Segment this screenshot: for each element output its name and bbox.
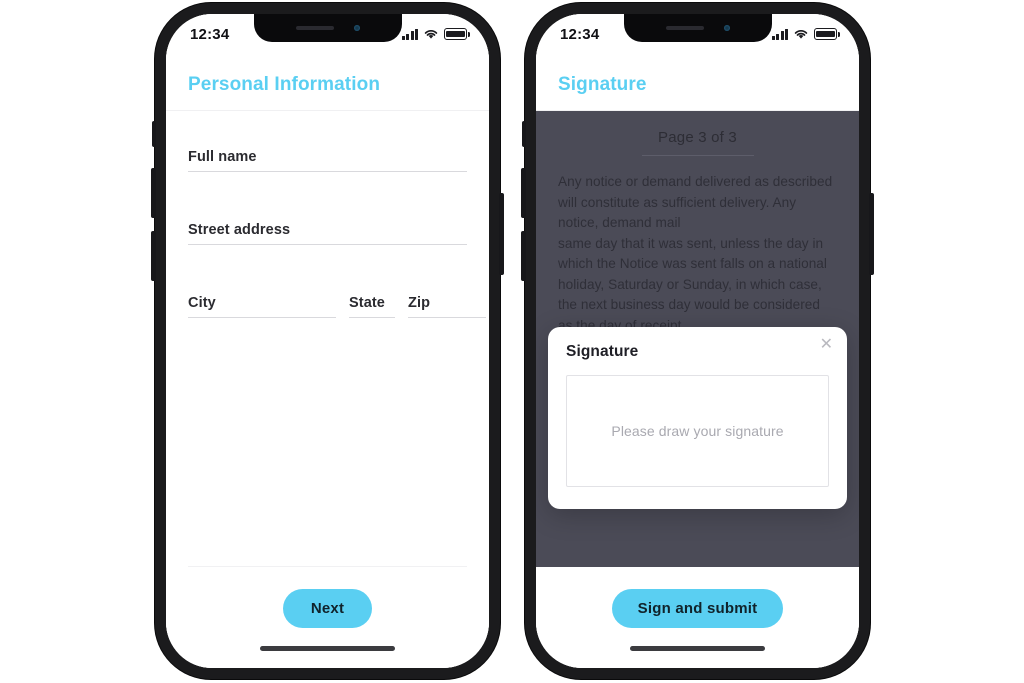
- home-indicator-area-two: [536, 628, 859, 668]
- page-title: Personal Information: [188, 74, 381, 95]
- full-name-underline: [188, 171, 467, 172]
- status-time: 12:34: [560, 25, 600, 43]
- volume-down-button[interactable]: [521, 231, 526, 281]
- street-address-underline: [188, 244, 467, 245]
- wifi-icon: [794, 29, 808, 39]
- page-title: Signature: [558, 74, 647, 95]
- cellular-signal-icon: [771, 28, 788, 40]
- phone-mockup-personal-information: 12:34 Personal Information Full name Str…: [151, 3, 504, 679]
- notch: [253, 14, 402, 42]
- zip-label: Zip: [408, 295, 431, 311]
- form-spacer: [188, 368, 467, 566]
- state-underline: [349, 317, 395, 318]
- close-icon[interactable]: ✕: [816, 333, 837, 357]
- city-state-zip-row: City State Zip: [188, 295, 486, 318]
- volume-up-button[interactable]: [151, 168, 156, 218]
- phone-screen-two: 12:34 Signature Page 3 of 3 Any notice o…: [536, 14, 859, 668]
- sign-and-submit-button[interactable]: Sign and submit: [611, 589, 784, 628]
- front-camera-icon: [353, 25, 360, 31]
- app-screen-personal-information: 12:34 Personal Information Full name Str…: [166, 14, 489, 668]
- phone-mockup-signature: 12:34 Signature Page 3 of 3 Any notice o…: [521, 3, 874, 679]
- footer-one: Next: [166, 567, 489, 628]
- zip-field[interactable]: Zip: [408, 295, 486, 318]
- full-name-field[interactable]: Full name: [188, 149, 467, 172]
- document-viewer[interactable]: Page 3 of 3 Any notice or demand deliver…: [536, 111, 859, 567]
- document-text: Any notice or demand delivered as descri…: [558, 172, 837, 336]
- battery-icon: [814, 28, 840, 40]
- document-paragraph-bottom: same day that it was sent, unless the da…: [558, 235, 827, 333]
- personal-information-form: Full name Street address City State Zip: [166, 111, 489, 567]
- earpiece-speaker-icon: [665, 26, 704, 30]
- status-time: 12:34: [190, 25, 230, 43]
- front-camera-icon: [723, 25, 730, 31]
- document-paragraph-top: Any notice or demand delivered as descri…: [558, 174, 833, 230]
- full-name-label: Full name: [188, 149, 257, 165]
- signature-modal: ✕ Signature Please draw your signature: [548, 327, 847, 509]
- volume-down-button[interactable]: [151, 231, 156, 281]
- power-button[interactable]: [499, 193, 504, 275]
- zip-underline: [408, 317, 486, 318]
- home-indicator[interactable]: [260, 645, 395, 651]
- silent-switch[interactable]: [522, 121, 526, 147]
- screenshot-stage: 12:34 Personal Information Full name Str…: [0, 0, 1024, 683]
- page-indicator: Page 3 of 3: [658, 129, 737, 146]
- phone-screen-one: 12:34 Personal Information Full name Str…: [166, 14, 489, 668]
- signature-pad[interactable]: Please draw your signature: [566, 375, 829, 487]
- street-address-label: Street address: [188, 222, 291, 238]
- battery-icon: [444, 28, 470, 40]
- silent-switch[interactable]: [152, 121, 156, 147]
- notch: [623, 14, 772, 42]
- wifi-icon: [424, 29, 438, 39]
- state-field[interactable]: State: [349, 295, 395, 318]
- power-button[interactable]: [869, 193, 874, 275]
- earpiece-speaker-icon: [295, 26, 334, 30]
- city-label: City: [188, 295, 216, 311]
- home-indicator-area-one: [166, 628, 489, 668]
- status-icons: [401, 28, 470, 40]
- footer-two: Sign and submit: [536, 567, 859, 628]
- street-address-field[interactable]: Street address: [188, 222, 467, 245]
- volume-up-button[interactable]: [521, 168, 526, 218]
- page-indicator-rule: [641, 155, 754, 156]
- signature-modal-title: Signature: [566, 343, 639, 360]
- status-icons: [771, 28, 840, 40]
- city-underline: [188, 317, 336, 318]
- home-indicator[interactable]: [630, 645, 765, 651]
- state-label: State: [349, 295, 385, 311]
- next-button[interactable]: Next: [282, 589, 373, 628]
- app-header-two: Signature: [536, 54, 859, 111]
- city-field[interactable]: City: [188, 295, 336, 318]
- app-screen-signature: 12:34 Signature Page 3 of 3 Any notice o…: [536, 14, 859, 668]
- cellular-signal-icon: [401, 28, 418, 40]
- app-header-one: Personal Information: [166, 54, 489, 111]
- signature-pad-placeholder: Please draw your signature: [611, 423, 784, 439]
